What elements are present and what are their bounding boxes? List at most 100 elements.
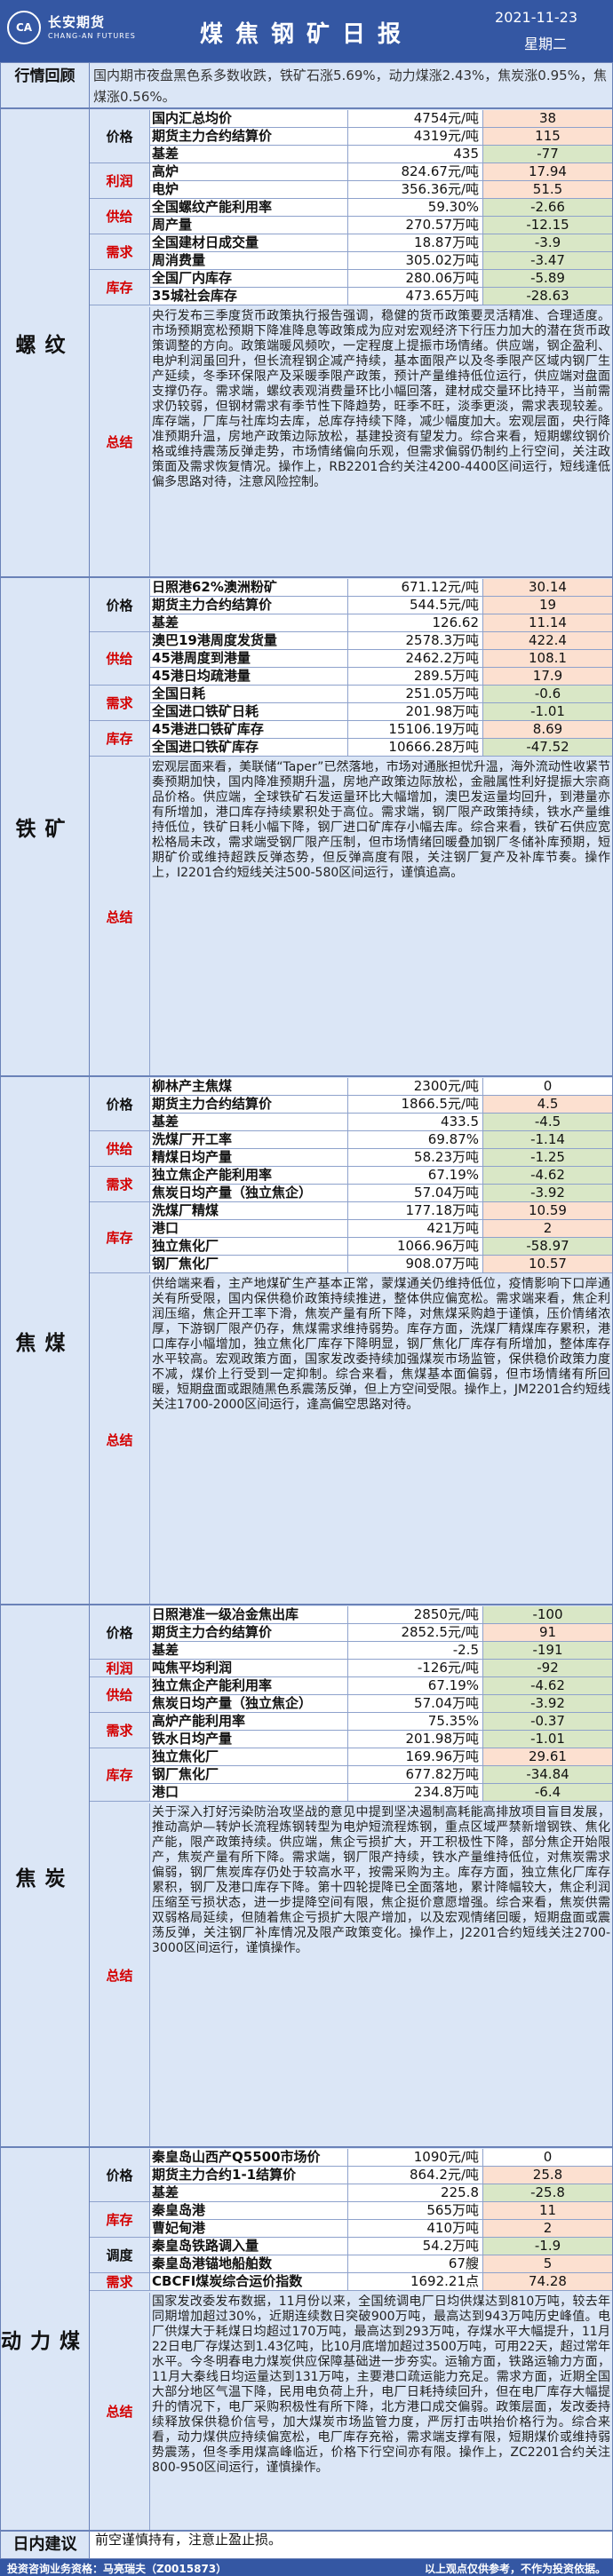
indicator-row: 曹妃甸港 410万吨 2 (90, 2220, 612, 2238)
indicator-row: 周产量 270.57万吨 -12.15 (90, 217, 612, 234)
indicator-name: 基差 (152, 146, 179, 162)
indicator-value: 544.5元/吨 (347, 597, 482, 614)
indicator-row: 秦皇岛港 565万吨 11 (90, 2202, 612, 2220)
indicator-change: -0.6 (482, 686, 612, 702)
indicator-row: 期货主力合约1-1结算价 864.2元/吨 25.8 (90, 2167, 612, 2184)
indicator-change: 0 (482, 1078, 612, 1095)
category-label: 库存 (90, 721, 150, 757)
indicator-name: 独立焦企产能利用率 (152, 1677, 273, 1693)
indicator-change: 4.5 (482, 1096, 612, 1113)
summary-label: 总结 (90, 307, 150, 576)
indicator-name: 周产量 (152, 217, 193, 233)
section-name: 焦煤 (1, 1077, 90, 1604)
indicator-row: 基差 126.62 11.14 (90, 614, 612, 632)
indicator-value: 1692.21点 (347, 2273, 482, 2290)
market-review-label: 行情回顾 (1, 63, 90, 107)
category-label: 利润 (90, 1660, 150, 1677)
indicator-change: -2.66 (482, 199, 612, 216)
indicator-name: 曹妃甸港 (152, 2220, 206, 2236)
indicator-name: 港口 (152, 1784, 179, 1800)
indicator-change: -1.01 (482, 703, 612, 720)
indicator-value: 1066.96万吨 (347, 1238, 482, 1255)
indicator-name: 秦皇岛港锚地船舶数 (152, 2255, 273, 2271)
indicator-name: 全国进口铁矿库存 (152, 739, 259, 755)
indicator-value: 126.62 (347, 614, 482, 631)
indicator-change: -25.8 (482, 2184, 612, 2201)
indicator-value: 289.5万吨 (347, 668, 482, 685)
indicator-change: 422.4 (482, 632, 612, 649)
indicator-name: 期货主力合约结算价 (152, 597, 273, 613)
indicator-row: 高炉 824.67元/吨 17.94 (90, 163, 612, 181)
indicator-change: -47.52 (482, 739, 612, 756)
indicator-name: 全国进口铁矿日耗 (152, 703, 259, 719)
indicator-change: -1.14 (482, 1131, 612, 1148)
indicator-row: 独立焦企产能利用率 67.19% -4.62 (90, 1167, 612, 1185)
indicator-name: 独立焦化厂 (152, 1748, 219, 1764)
indicator-value: 671.12元/吨 (347, 579, 482, 596)
indicator-name: 独立焦化厂 (152, 1238, 219, 1254)
indicator-value: 433.5 (347, 1114, 482, 1130)
indicator-row: 钢厂焦化厂 677.82万吨 -34.84 (90, 1766, 612, 1784)
indicator-change: -34.84 (482, 1766, 612, 1783)
indicator-value: 280.06万吨 (347, 270, 482, 287)
indicator-name: 高炉产能利用率 (152, 1713, 246, 1729)
indicator-value: 234.8万吨 (347, 1784, 482, 1801)
indicator-row: 全国进口铁矿库存 10666.28万吨 -47.52 (90, 739, 612, 757)
summary-text: 国家发改委发布数据，11月份以来，全国统调电厂日均供煤达到810万吨，较去年同期… (152, 2295, 610, 2475)
indicator-row: 电炉 356.36元/吨 51.5 (90, 181, 612, 199)
indicator-value: 908.07万吨 (347, 1256, 482, 1272)
category-label: 价格 (90, 2149, 150, 2202)
section-name: 焦炭 (1, 1605, 90, 2146)
indicator-name: 高炉 (152, 163, 179, 179)
advice-line-1: 前空谨慎持有，注意止盈止损。 (95, 2532, 283, 2548)
indicator-value: 201.98万吨 (347, 1731, 482, 1748)
indicator-name: CBCFI煤炭综合运价指数 (152, 2273, 303, 2289)
indicator-row: 洗煤厂开工率 69.87% -1.14 (90, 1131, 612, 1149)
summary-label: 总结 (90, 1803, 150, 2146)
category-label: 需求 (90, 686, 150, 721)
indicator-row: 钢厂焦化厂 908.07万吨 10.57 (90, 1256, 612, 1273)
indicator-name: 45港日均疏港量 (152, 668, 251, 684)
indicator-row: 澳巴19港周度发货量 2578.3万吨 422.4 (90, 632, 612, 650)
indicator-value: 305.02万吨 (347, 252, 482, 269)
indicator-row: 周消费量 305.02万吨 -3.47 (90, 252, 612, 270)
indicator-value: 2578.3万吨 (347, 632, 482, 649)
indicator-name: 柳林产主焦煤 (152, 1078, 233, 1094)
indicator-change: 74.28 (482, 2273, 612, 2290)
footer-qualification: 投资咨询业务资格：马亮瑞夫（Z0015873） (7, 2563, 227, 2575)
indicator-value: 251.05万吨 (347, 686, 482, 702)
indicator-value: 75.35% (347, 1713, 482, 1730)
indicator-row: 秦皇岛铁路调入量 54.2万吨 -1.9 (90, 2238, 612, 2255)
indicator-value: 57.04万吨 (347, 1185, 482, 1201)
indicator-name: 澳巴19港周度发货量 (152, 632, 277, 648)
category-label: 库存 (90, 270, 150, 305)
indicator-name: 基差 (152, 2184, 179, 2200)
indicator-value: 2850元/吨 (347, 1606, 482, 1623)
indicator-change: 108.1 (482, 650, 612, 667)
indicator-row: 高炉产能利用率 75.35% -0.37 (90, 1713, 612, 1731)
section-name: 螺纹 (1, 109, 90, 576)
footer-disclaimer: 以上观点仅供参考，不作为投资依据。 (424, 2563, 606, 2575)
section-name: 动力煤 (1, 2148, 90, 2530)
indicator-change: 11 (482, 2202, 612, 2219)
indicator-name: 钢厂焦化厂 (152, 1766, 219, 1782)
indicator-change: 19 (482, 597, 612, 614)
report-header: CA 长安期货 CHANG-AN FUTURES 煤焦钢矿日报 2021-11-… (0, 0, 613, 62)
indicator-name: 全国建材日成交量 (152, 234, 259, 250)
indicator-value: 410万吨 (347, 2220, 482, 2237)
indicator-name: 全国厂内库存 (152, 270, 233, 286)
indicator-name: 秦皇岛山西产Q5500市场价 (152, 2149, 321, 2165)
indicator-name: 国内汇总均价 (152, 110, 233, 126)
category-label: 供给 (90, 632, 150, 686)
category-label: 调度 (90, 2238, 150, 2273)
indicator-value: 59.30% (347, 199, 482, 216)
indicator-value: 435 (347, 146, 482, 162)
indicator-change: 38 (482, 110, 612, 127)
indicator-row: 铁水日均产量 201.98万吨 -1.01 (90, 1731, 612, 1748)
indicator-name: 基差 (152, 1642, 179, 1658)
market-review: 行情回顾 国内期市夜盘黑色系多数收跌，铁矿石涨5.69%，动力煤涨2.43%，焦… (0, 62, 613, 108)
indicator-value: 864.2元/吨 (347, 2167, 482, 2184)
indicator-change: -100 (482, 1606, 612, 1623)
category-label: 库存 (90, 1748, 150, 1802)
indicator-change: -1.01 (482, 1731, 612, 1748)
